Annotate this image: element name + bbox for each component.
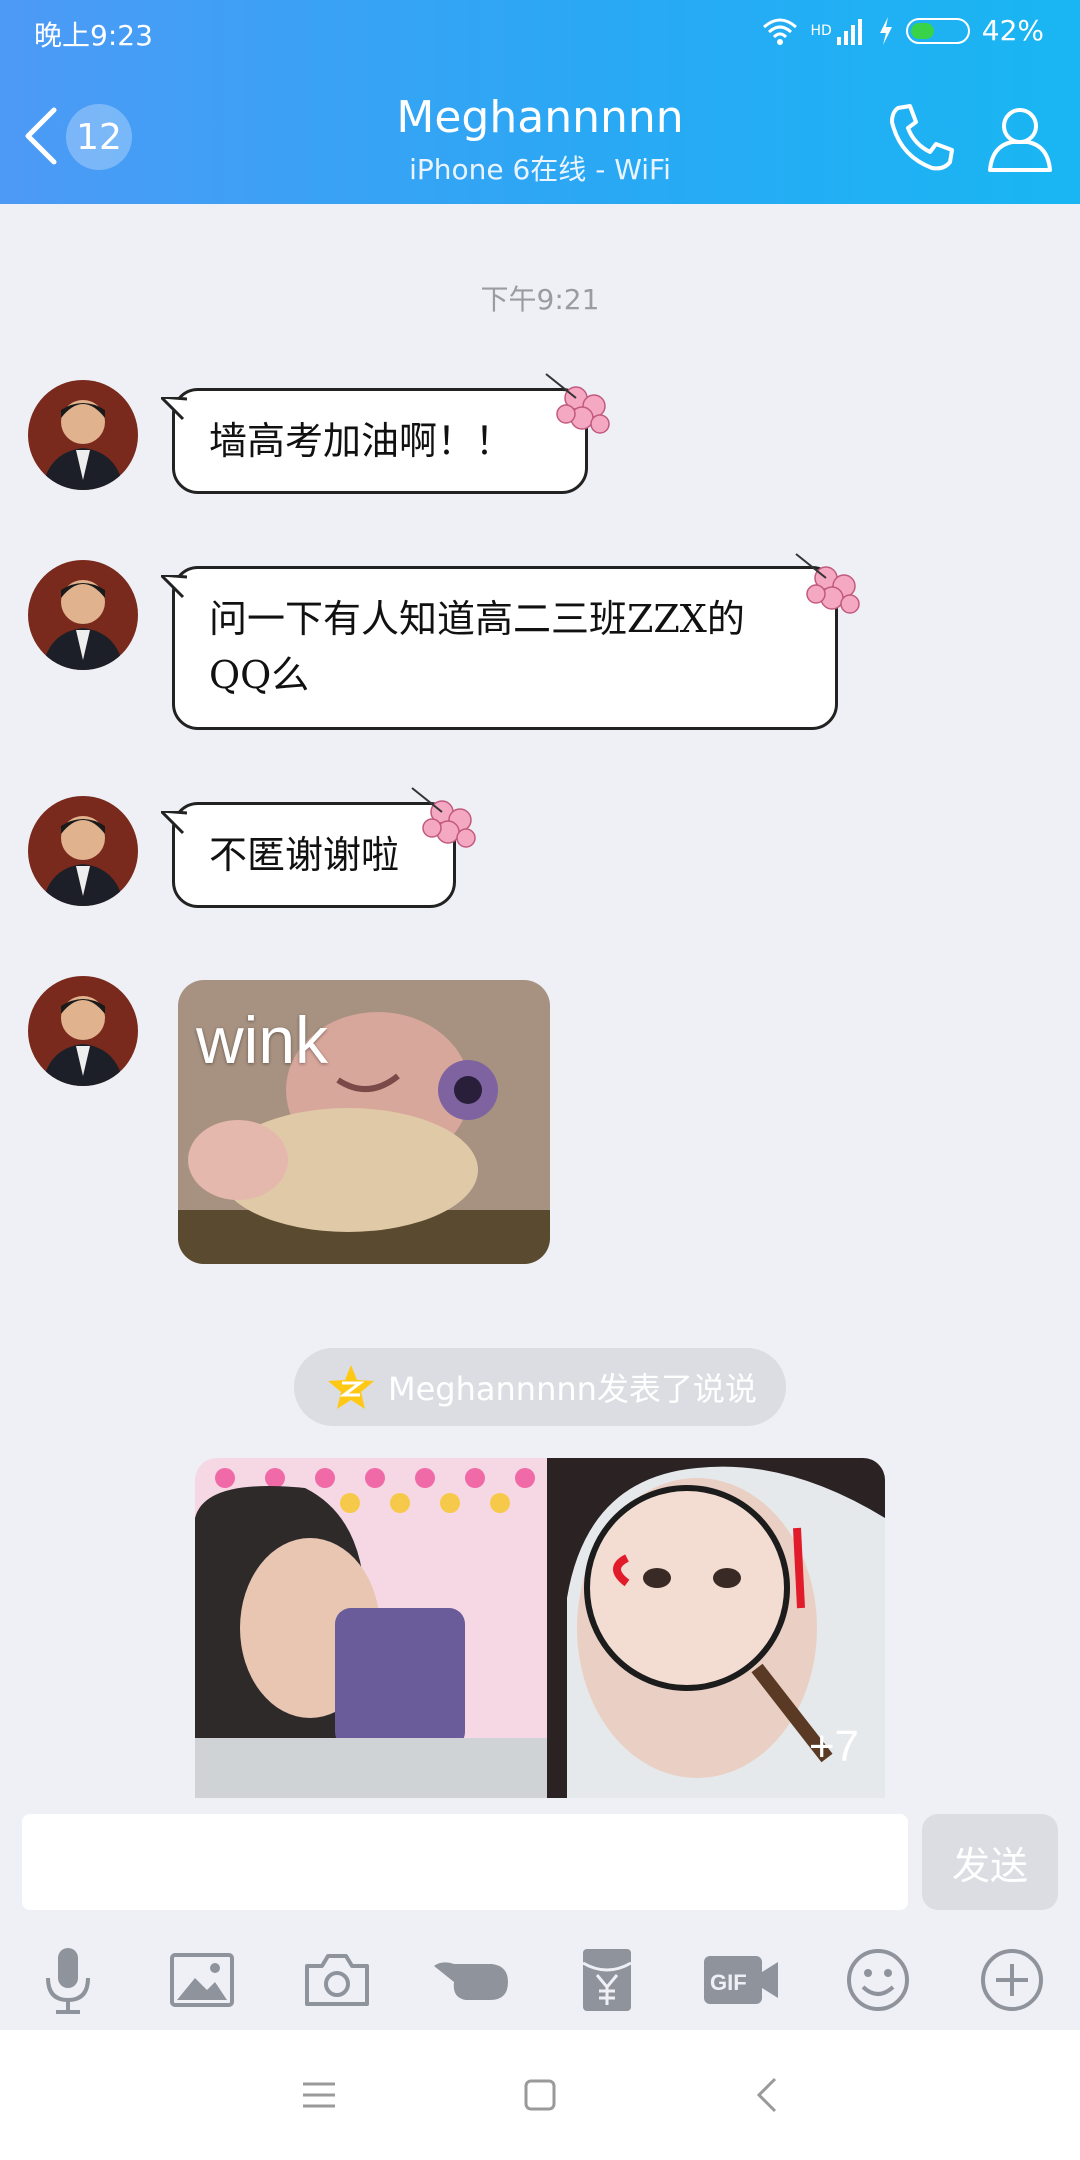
menu-icon [303, 2082, 335, 2108]
plus-icon [981, 1949, 1043, 2011]
emoji-icon [847, 1949, 909, 2011]
home-icon [524, 2079, 556, 2111]
bubble-tail [161, 575, 187, 599]
more-button[interactable] [972, 1940, 1052, 2020]
flower-decoration-icon [545, 373, 610, 434]
chat-header: 晚上9:23 HD 42% 12 Meghannnnn iPhone 6在线 -… [0, 0, 1080, 204]
charging-icon [879, 16, 892, 45]
message-text: 墙高考加油啊！！ [209, 419, 514, 463]
red-packet-icon [582, 1949, 632, 2011]
message-text: 不匿谢谢啦 [209, 833, 400, 877]
sender-avatar[interactable] [28, 796, 138, 906]
gif-icon: GIF [704, 1956, 778, 2004]
sticker-caption: wink [196, 1003, 329, 1077]
status-time: 晚上9:23 [34, 19, 153, 52]
status-indicators: HD 42% [762, 14, 1044, 47]
more-photos-count: +7 [808, 1722, 859, 1771]
camera-icon [305, 1954, 369, 2006]
flower-decoration-icon [795, 553, 860, 614]
qzone-post-images[interactable]: +7 [195, 1458, 885, 1798]
qzone-post-text: Meghannnnn发表了说说 [388, 1370, 757, 1408]
menu-button[interactable] [284, 2060, 354, 2130]
camera-button[interactable] [297, 1940, 377, 2020]
wifi-icon [763, 18, 798, 45]
status-bar: 晚上9:23 HD 42% [0, 0, 1080, 66]
message-text-line: QQ么 [209, 653, 310, 697]
post-photo[interactable] [195, 1458, 547, 1798]
flower-decoration-icon [411, 787, 476, 848]
poke-button[interactable] [432, 1940, 512, 2020]
gif-button[interactable]: GIF [702, 1940, 780, 2020]
battery-percent: 42% [981, 14, 1044, 47]
send-button[interactable]: 发送 [922, 1814, 1058, 1910]
message-bubble[interactable]: 问一下有人知道高二三班ZZX的 QQ么 [161, 566, 838, 730]
qzone-star-icon [328, 1365, 374, 1409]
phone-call-icon[interactable] [884, 100, 960, 176]
back-icon [756, 2077, 777, 2113]
sender-avatar[interactable] [28, 380, 138, 490]
svg-text:GIF: GIF [710, 1970, 747, 1995]
microphone-icon [46, 1948, 90, 2014]
image-button[interactable] [162, 1940, 242, 2020]
sender-avatar[interactable] [28, 560, 138, 670]
sender-avatar[interactable] [28, 976, 138, 1086]
emoji-button[interactable] [838, 1940, 918, 2020]
sticker-image[interactable]: wink [178, 980, 550, 1264]
bubble-tail [161, 811, 187, 835]
input-toolbar: GIF [0, 1940, 1080, 2020]
red-packet-button[interactable] [567, 1940, 647, 2020]
profile-icon[interactable] [982, 100, 1058, 176]
voice-button[interactable] [28, 1940, 108, 2020]
bubble-tail [161, 397, 187, 421]
signal-icon [836, 18, 862, 45]
input-area: 发送 GIF [0, 1800, 1080, 2030]
home-button[interactable] [505, 2060, 575, 2130]
message-timestamp: 下午9:21 [480, 283, 600, 316]
network-type-label: HD [810, 22, 832, 39]
poke-icon [434, 1962, 508, 2000]
system-navigation-bar [0, 2030, 1080, 2160]
message-text-line: 问一下有人知道高二三班ZZX的 [209, 597, 745, 641]
system-back-button[interactable] [732, 2060, 802, 2130]
image-icon [170, 1953, 234, 2007]
battery-icon [905, 17, 970, 44]
message-input[interactable] [22, 1814, 908, 1910]
message-bubble[interactable]: 墙高考加油啊！！ [161, 388, 588, 494]
qzone-post-notice[interactable]: Meghannnnn发表了说说 [294, 1348, 786, 1426]
